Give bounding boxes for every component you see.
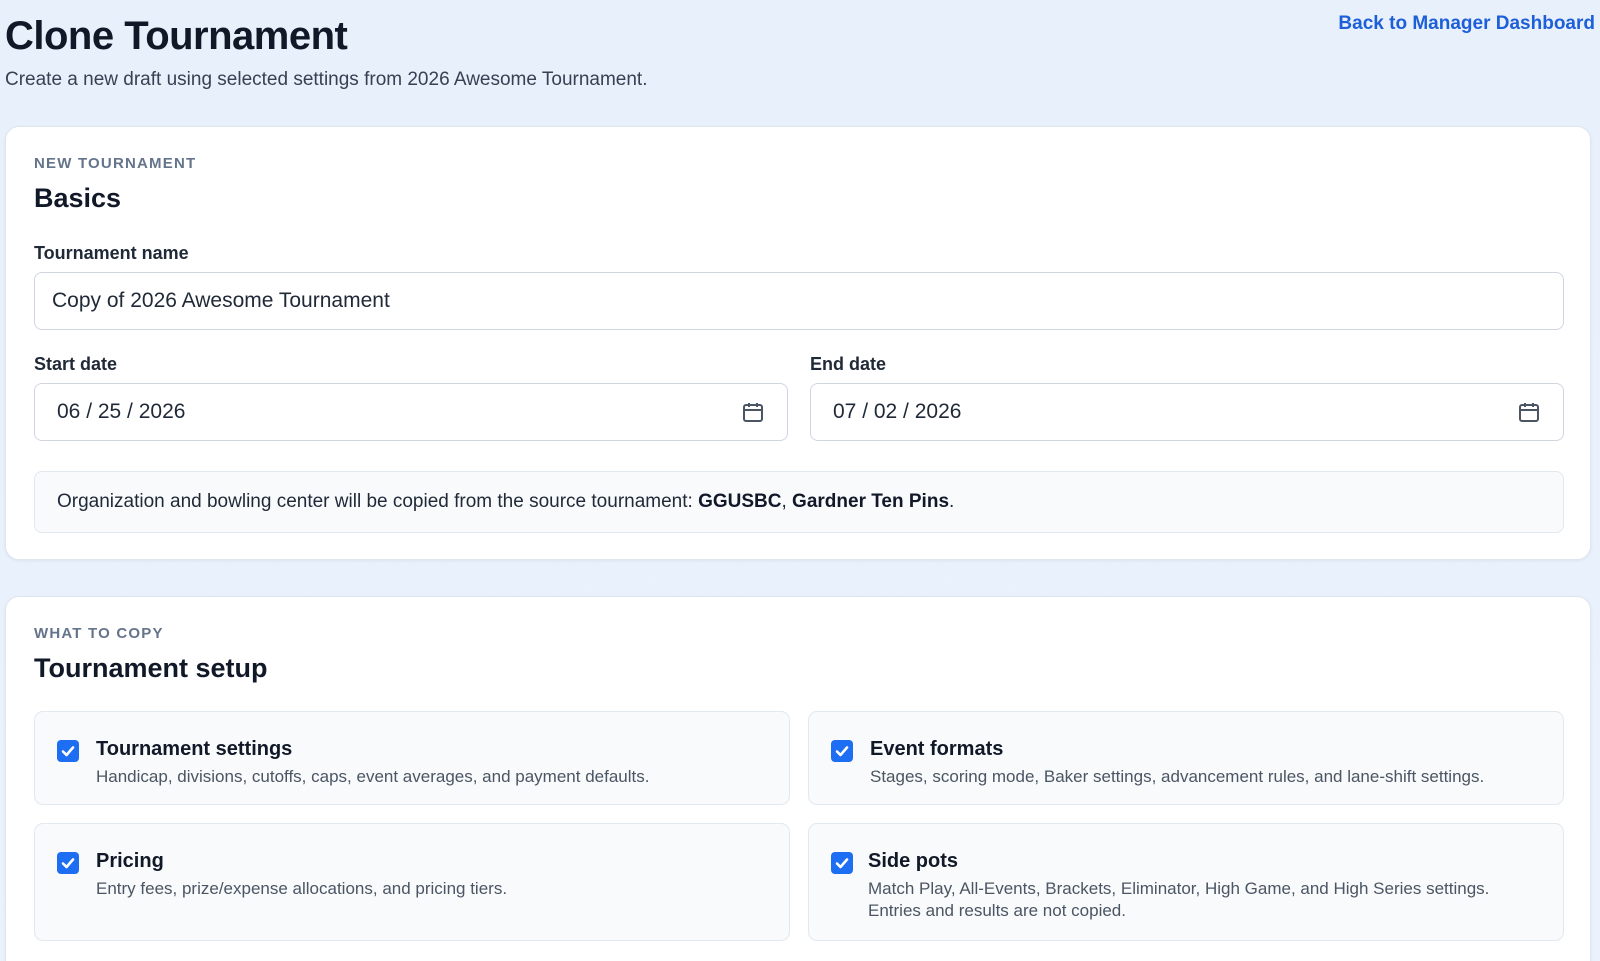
calendar-icon[interactable] [1517,400,1541,424]
option-description: Entry fees, prize/expense allocations, a… [96,879,508,898]
notice-separator: , [781,491,793,512]
option-tournament-settings[interactable]: Tournament settings Handicap, divisions,… [34,711,790,805]
basics-eyebrow: NEW TOURNAMENT [34,155,197,172]
start-date-value: 06 / 25 / 2026 [57,400,186,423]
notice-organization: GGUSBC [698,491,782,512]
option-description: Handicap, divisions, cutoffs, caps, even… [96,767,650,786]
what-to-copy-card: WHAT TO COPY Tournament setup Tournament… [5,596,1591,961]
side-pots-checkbox[interactable] [831,852,853,874]
option-title: Side pots [868,850,959,872]
option-title: Tournament settings [96,738,293,760]
end-date-label: End date [810,354,887,374]
end-date-value: 07 / 02 / 2026 [833,400,962,423]
checkmark-icon [61,746,75,757]
option-title: Event formats [870,738,1004,760]
basics-heading: Basics [34,183,122,213]
notice-text: Organization and bowling center will be … [57,491,699,512]
basics-card: NEW TOURNAMENT Basics Tournament name St… [5,126,1591,560]
checkmark-icon [835,746,849,757]
source-copy-notice: Organization and bowling center will be … [34,471,1564,533]
start-date-label: Start date [34,354,118,374]
event-formats-checkbox[interactable] [831,740,853,762]
copy-heading: Tournament setup [34,653,268,683]
tournament-settings-checkbox[interactable] [57,740,79,762]
start-date-input[interactable]: 06 / 25 / 2026 [34,383,788,441]
option-event-formats[interactable]: Event formats Stages, scoring mode, Bake… [808,711,1564,805]
calendar-icon[interactable] [741,400,765,424]
notice-bowling-center: Gardner Ten Pins [792,491,950,512]
notice-suffix: . [949,491,955,512]
tournament-name-field-wrapper [34,272,1564,330]
option-pricing[interactable]: Pricing Entry fees, prize/expense alloca… [34,823,790,941]
checkmark-icon [61,858,75,869]
option-description: Stages, scoring mode, Baker settings, ad… [870,767,1485,786]
option-side-pots[interactable]: Side pots Match Play, All-Events, Bracke… [808,823,1564,941]
checkmark-icon [835,858,849,869]
tournament-name-label: Tournament name [34,243,189,263]
copy-eyebrow: WHAT TO COPY [34,625,164,642]
option-description: Match Play, All-Events, Brackets, Elimin… [868,879,1490,920]
end-date-input[interactable]: 07 / 02 / 2026 [810,383,1564,441]
back-to-dashboard-link[interactable]: Back to Manager Dashboard [1338,12,1595,36]
tournament-name-input[interactable] [52,289,1546,313]
page-subtitle: Create a new draft using selected settin… [5,69,648,90]
pricing-checkbox[interactable] [57,852,79,874]
option-title: Pricing [96,850,164,872]
